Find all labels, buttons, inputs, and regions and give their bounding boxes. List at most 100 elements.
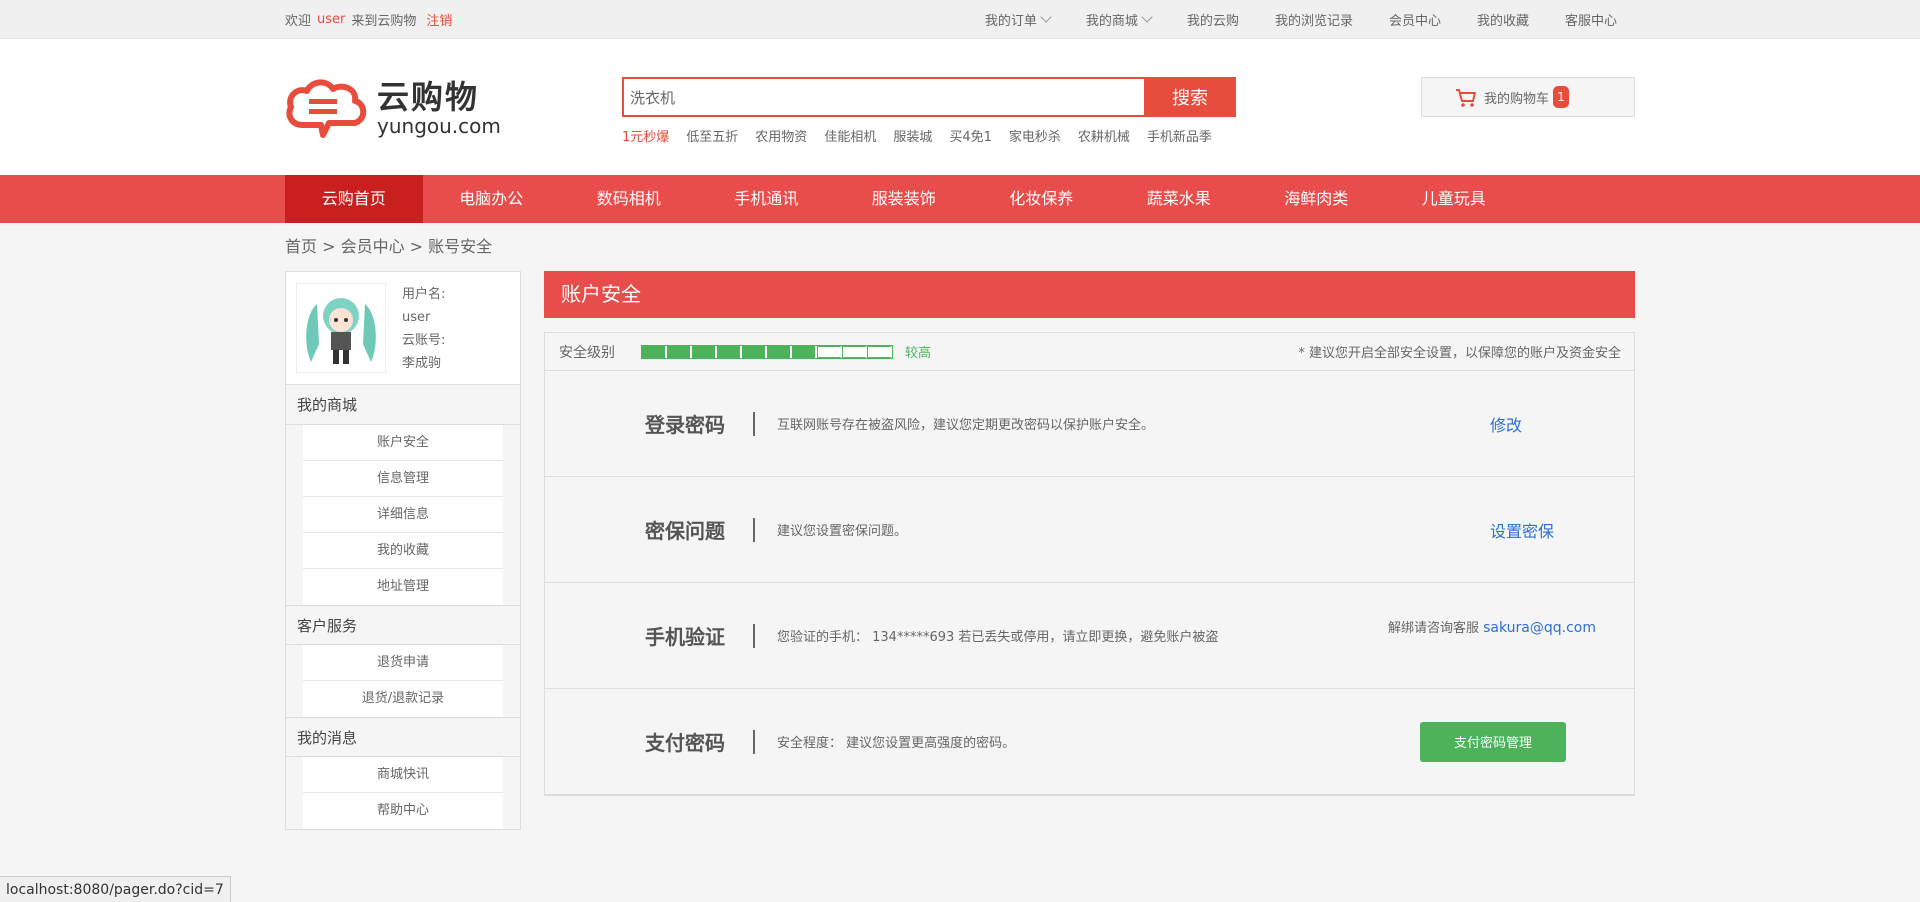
security-tip: * 建议您开启全部安全设置，以保障您的账户及资金安全 — [1298, 346, 1621, 361]
chevron-down-icon — [1040, 11, 1052, 23]
page-title: 账户安全 — [544, 271, 1635, 318]
sidebar-item-return-apply[interactable]: 退货申请 — [303, 645, 503, 681]
logo-cn: 云购物 — [377, 78, 480, 116]
row-title: 登录密码 — [645, 413, 725, 437]
row-description: 安全程度： 建议您设置更高强度的密码。 — [777, 736, 1016, 751]
nav-seafood[interactable]: 海鲜肉类 — [1248, 175, 1386, 223]
security-level-segment — [767, 345, 792, 358]
site-logo[interactable]: 云购物 yungou.com — [285, 73, 505, 143]
username-value: user — [402, 310, 431, 325]
sidebar-item-favorites[interactable]: 我的收藏 — [303, 533, 503, 569]
nav-cosmetics[interactable]: 化妆保养 — [973, 175, 1111, 223]
divider — [753, 411, 755, 436]
member-center-link[interactable]: 会员中心 — [1389, 10, 1441, 29]
hotword-link[interactable]: 手机新品季 — [1147, 126, 1212, 145]
modify-password-link[interactable]: 修改 — [1490, 412, 1522, 436]
top-links: 我的订单 我的商城 我的云购 我的浏览记录 会员中心 我的收藏 客服中心 — [985, 10, 1635, 29]
sidebar-item-account-security[interactable]: 账户安全 — [303, 425, 503, 461]
sidebar-item-mall-news[interactable]: 商城快讯 — [303, 757, 503, 793]
username-label: 用户名: — [402, 287, 446, 302]
member-sidebar: 用户名: user 云账号: 李成驹 我的商城 账户安全 信息管理 详细信息 我… — [285, 271, 521, 830]
hotword-link[interactable]: 服装城 — [893, 126, 932, 145]
hotword-link[interactable]: 家电秒杀 — [1009, 126, 1061, 145]
divider — [753, 729, 755, 754]
my-mall-link[interactable]: 我的商城 — [1086, 10, 1153, 29]
set-security-question-link[interactable]: 设置密保 — [1490, 518, 1554, 542]
security-list: 安全级别 较高 * 建议您开启全部安全设置，以保障您的账户及资金安全 登录密码 … — [544, 332, 1635, 796]
nav-produce[interactable]: 蔬菜水果 — [1110, 175, 1248, 223]
sidebar-item-details[interactable]: 详细信息 — [303, 497, 503, 533]
row-title: 手机验证 — [645, 625, 725, 649]
nav-home[interactable]: 云购首页 — [285, 175, 423, 223]
hotword-link[interactable]: 1元秒爆 — [622, 126, 669, 145]
hotword-link[interactable]: 低至五折 — [686, 126, 738, 145]
cart-label: 我的购物车 — [1484, 91, 1550, 107]
account-label: 云账号: — [402, 333, 446, 348]
hotword-link[interactable]: 农耕机械 — [1078, 126, 1130, 145]
avatar — [296, 283, 386, 373]
security-row-security-question: 密保问题 建议您设置密保问题。 设置密保 — [545, 477, 1634, 583]
row-title: 密保问题 — [645, 519, 725, 543]
logout-link[interactable]: 注销 — [426, 10, 452, 29]
security-level-bar — [641, 344, 893, 359]
hotword-link[interactable]: 佳能相机 — [824, 126, 876, 145]
sidebar-group-title: 客户服务 — [286, 605, 520, 645]
breadcrumb[interactable]: 首页 > 会员中心 > 账号安全 — [285, 223, 1635, 271]
cart-count-badge: 1 — [1553, 86, 1570, 108]
cloud-logo-icon — [286, 79, 367, 138]
security-level-segment — [742, 345, 767, 358]
top-bar: 欢迎 user 来到云购物 注销 我的订单 我的商城 我的云购 我的浏览记录 会… — [0, 0, 1920, 39]
search-input[interactable] — [622, 77, 1144, 117]
my-favorites-link[interactable]: 我的收藏 — [1477, 10, 1529, 29]
row-description: 建议您设置密保问题。 — [777, 524, 908, 539]
username-link[interactable]: user — [317, 12, 345, 27]
browse-history-link[interactable]: 我的浏览记录 — [1275, 10, 1353, 29]
my-orders-link[interactable]: 我的订单 — [985, 10, 1052, 29]
row-description: 您验证的手机： 134*****693 若已丢失或停用，请立即更换，避免账户被盗 — [777, 630, 1219, 645]
hotword-link[interactable]: 买4免1 — [949, 126, 992, 145]
nav-clothing[interactable]: 服装装饰 — [835, 175, 973, 223]
nav-camera[interactable]: 数码相机 — [560, 175, 698, 223]
avatar-figure-icon — [297, 284, 385, 372]
welcome-area: 欢迎 user 来到云购物 注销 — [285, 10, 452, 29]
security-level-segment — [867, 345, 892, 358]
pay-password-manage-button[interactable]: 支付密码管理 — [1420, 721, 1566, 762]
sidebar-group-title: 我的商城 — [286, 385, 520, 425]
security-level-segment — [842, 345, 867, 358]
nav-computer[interactable]: 电脑办公 — [423, 175, 561, 223]
chevron-down-icon — [1141, 11, 1153, 23]
welcome-text: 欢迎 — [285, 14, 312, 29]
security-level-text: 较高 — [905, 346, 932, 361]
hotword-link[interactable]: 农用物资 — [755, 126, 807, 145]
security-level-row: 安全级别 较高 * 建议您开启全部安全设置，以保障您的账户及资金安全 — [545, 333, 1634, 371]
security-level-segment — [642, 345, 667, 358]
support-email-link[interactable]: sakura@qq.com — [1483, 620, 1596, 636]
divider — [753, 623, 755, 648]
divider — [753, 517, 755, 542]
security-level-segment — [792, 345, 817, 358]
row-description: 互联网账号存在被盗风险，建议您定期更改密码以保护账户安全。 — [777, 418, 1155, 433]
browser-status-url: localhost:8080/pager.do?cid=7 — [0, 876, 231, 902]
sidebar-item-info-management[interactable]: 信息管理 — [303, 461, 503, 497]
header: 云购物 yungou.com 搜索 1元秒爆 低至五折 农用物资 佳能相机 服装… — [0, 39, 1920, 175]
security-row-login-password: 登录密码 互联网账号存在被盗风险，建议您定期更改密码以保护账户安全。 修改 — [545, 371, 1634, 477]
nav-toys[interactable]: 儿童玩具 — [1385, 175, 1523, 223]
unbind-prefix: 解绑请咨询客服 — [1387, 621, 1479, 636]
account-security-panel: 账户安全 安全级别 较高 * 建议您开启全部安全设置，以保障您的账户及资金安全 … — [544, 271, 1635, 796]
security-level-segment — [817, 345, 842, 358]
sidebar-item-help-center[interactable]: 帮助中心 — [303, 793, 503, 829]
logo-en: yungou.com — [377, 114, 501, 138]
my-yungou-link[interactable]: 我的云购 — [1187, 10, 1239, 29]
cart-button[interactable]: 我的购物车 1 — [1421, 77, 1635, 117]
customer-service-link[interactable]: 客服中心 — [1565, 10, 1617, 29]
security-level-segment — [692, 345, 717, 358]
search-button[interactable]: 搜索 — [1144, 77, 1236, 117]
nav-phone[interactable]: 手机通讯 — [698, 175, 836, 223]
sidebar-group-title: 我的消息 — [286, 717, 520, 757]
security-row-pay-password: 支付密码 安全程度： 建议您设置更高强度的密码。 支付密码管理 — [545, 689, 1634, 795]
account-value: 李成驹 — [402, 356, 442, 371]
cart-icon — [1456, 89, 1476, 107]
sidebar-item-address[interactable]: 地址管理 — [303, 569, 503, 605]
security-level-label: 安全级别 — [559, 344, 615, 361]
sidebar-item-refund-records[interactable]: 退货/退款记录 — [303, 681, 503, 717]
